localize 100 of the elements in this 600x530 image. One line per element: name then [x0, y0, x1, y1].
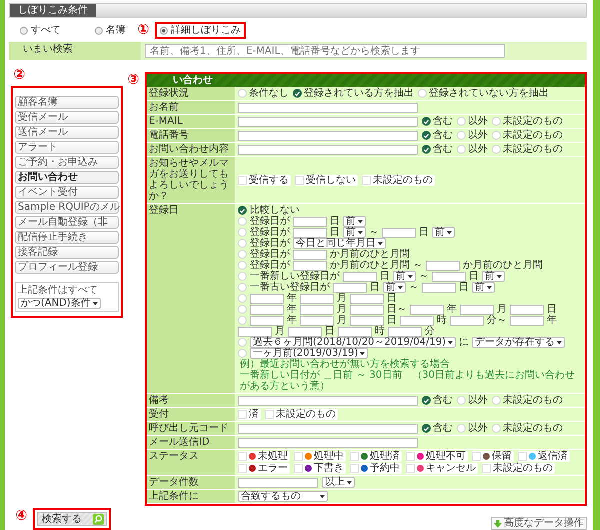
date-field[interactable] — [400, 316, 434, 326]
radio-option[interactable]: 含む — [422, 130, 453, 141]
checkbox[interactable] — [350, 464, 359, 473]
dropdown[interactable]: 前 — [482, 271, 505, 282]
radio-option[interactable]: 以外 — [457, 395, 488, 406]
sidebar-item[interactable]: 接客記録 — [15, 246, 119, 259]
radio-button[interactable] — [95, 26, 103, 34]
checkbox[interactable] — [482, 464, 491, 473]
radio-option[interactable]: 以外 — [457, 130, 488, 141]
date-field[interactable] — [250, 304, 284, 314]
radio-option[interactable]: 未設定のもの — [492, 395, 563, 406]
checkbox[interactable] — [238, 452, 247, 461]
date-field[interactable] — [333, 282, 367, 292]
radio-option[interactable]: 登録されている方を抽出 — [293, 88, 414, 99]
status-option[interactable]: 処理済 — [350, 451, 402, 462]
dropdown[interactable]: 前 — [393, 271, 416, 282]
status-option[interactable]: 下書き — [294, 463, 346, 474]
radio-button[interactable] — [422, 424, 431, 433]
date-field[interactable] — [300, 316, 334, 326]
sidebar-item[interactable]: Sample RQUIPのメル — [15, 201, 119, 214]
radio-button[interactable] — [20, 26, 28, 34]
radio-button[interactable] — [422, 145, 431, 154]
date-field[interactable] — [250, 294, 284, 304]
checkbox[interactable] — [294, 452, 303, 461]
checkbox[interactable] — [238, 410, 247, 419]
status-option[interactable]: 予約中 — [350, 463, 402, 474]
dropdown[interactable]: 前 — [343, 227, 366, 238]
status-option[interactable]: 処理中 — [294, 451, 346, 462]
dropdown[interactable]: 前 — [383, 282, 406, 293]
number-field[interactable] — [238, 478, 318, 488]
status-option[interactable]: 処理不可 — [406, 451, 468, 462]
checkbox[interactable] — [350, 452, 359, 461]
checkbox[interactable] — [362, 176, 371, 184]
mode-option[interactable]: 名簿 — [95, 25, 126, 36]
dropdown[interactable]: 今日と同じ年月日 — [293, 238, 386, 249]
date-field[interactable] — [382, 228, 416, 238]
radio-button[interactable] — [422, 131, 431, 140]
checkbox[interactable] — [406, 464, 415, 473]
sidebar-item[interactable]: 受信メール — [15, 111, 119, 124]
search-field[interactable]: 名前、備考1、住所、E-MAIL、電話番号などから検索します — [145, 44, 505, 58]
radio-button[interactable] — [238, 206, 247, 215]
text-field[interactable] — [238, 438, 418, 448]
checkbox[interactable] — [238, 464, 247, 473]
date-field[interactable] — [510, 316, 544, 326]
status-option[interactable]: 保留 — [472, 451, 514, 462]
dropdown[interactable]: 一ヶ月前(2019/03/19) — [250, 348, 368, 359]
radio-button[interactable] — [422, 117, 431, 126]
radio-option[interactable]: 条件なし — [238, 88, 289, 99]
date-field[interactable] — [293, 228, 327, 238]
date-field[interactable] — [300, 304, 334, 314]
text-field[interactable] — [238, 116, 418, 126]
radio-option[interactable]: 以外 — [457, 144, 488, 155]
checkbox-option[interactable]: 済 — [238, 409, 261, 420]
status-option[interactable]: エラー — [238, 463, 290, 474]
status-option[interactable]: 未処理 — [238, 451, 290, 462]
dropdown[interactable]: データが存在する — [472, 337, 566, 348]
checkbox-option[interactable]: 受信しない — [295, 174, 358, 186]
sidebar-item[interactable]: 送信メール — [15, 126, 119, 139]
sidebar-item[interactable]: ご予約・お申込み — [15, 156, 119, 169]
radio-option[interactable]: 未設定のもの — [492, 144, 563, 155]
radio-option[interactable]: 以外 — [457, 423, 488, 434]
dropdown[interactable]: 以上 — [322, 477, 355, 488]
radio-button[interactable] — [422, 396, 431, 405]
radio-option[interactable]: 未設定のもの — [492, 130, 563, 141]
status-option[interactable]: 未設定のもの — [482, 463, 555, 474]
checkbox[interactable] — [238, 176, 247, 184]
text-field[interactable] — [238, 396, 418, 406]
checkbox[interactable] — [518, 452, 527, 461]
radio-option[interactable]: 以外 — [457, 116, 488, 127]
text-field[interactable] — [238, 144, 418, 154]
sidebar-item[interactable]: イベント受付 — [15, 186, 119, 199]
advanced-button[interactable]: 高度なデータ操作 — [491, 517, 587, 530]
date-field[interactable] — [450, 316, 484, 326]
date-field[interactable] — [410, 304, 444, 314]
sidebar-item[interactable]: アラート — [15, 141, 119, 154]
text-field[interactable] — [238, 424, 418, 434]
date-field[interactable] — [350, 294, 384, 304]
radio-option[interactable]: 含む — [422, 144, 453, 155]
sidebar-item[interactable]: 顧客名簿 — [15, 96, 119, 109]
text-field[interactable] — [238, 130, 418, 140]
date-field[interactable] — [238, 326, 272, 336]
radio-option[interactable]: 未設定のもの — [492, 423, 563, 434]
date-field[interactable] — [293, 250, 327, 260]
sidebar-item[interactable]: メール自動登録（非 — [15, 216, 119, 229]
dropdown[interactable]: 合致するもの — [238, 491, 328, 502]
status-option[interactable]: 返信済 — [518, 451, 570, 462]
date-field[interactable] — [350, 316, 384, 326]
dropdown[interactable]: 前 — [432, 227, 455, 238]
date-field[interactable] — [350, 304, 384, 314]
dropdown[interactable]: かつ(AND)条件 — [18, 298, 101, 309]
radio-button[interactable] — [293, 89, 302, 98]
date-field[interactable] — [422, 282, 456, 292]
radio-option[interactable]: 含む — [422, 423, 453, 434]
dropdown[interactable]: 過去６ヶ月間(2018/10/20～2019/04/19) — [250, 337, 456, 348]
radio-button[interactable] — [160, 26, 168, 34]
radio-option[interactable]: 含む — [422, 116, 453, 127]
text-field[interactable] — [238, 102, 418, 112]
date-field[interactable] — [388, 326, 422, 336]
sidebar-item[interactable]: プロフィール登録 — [15, 261, 119, 274]
date-field[interactable] — [293, 216, 327, 226]
